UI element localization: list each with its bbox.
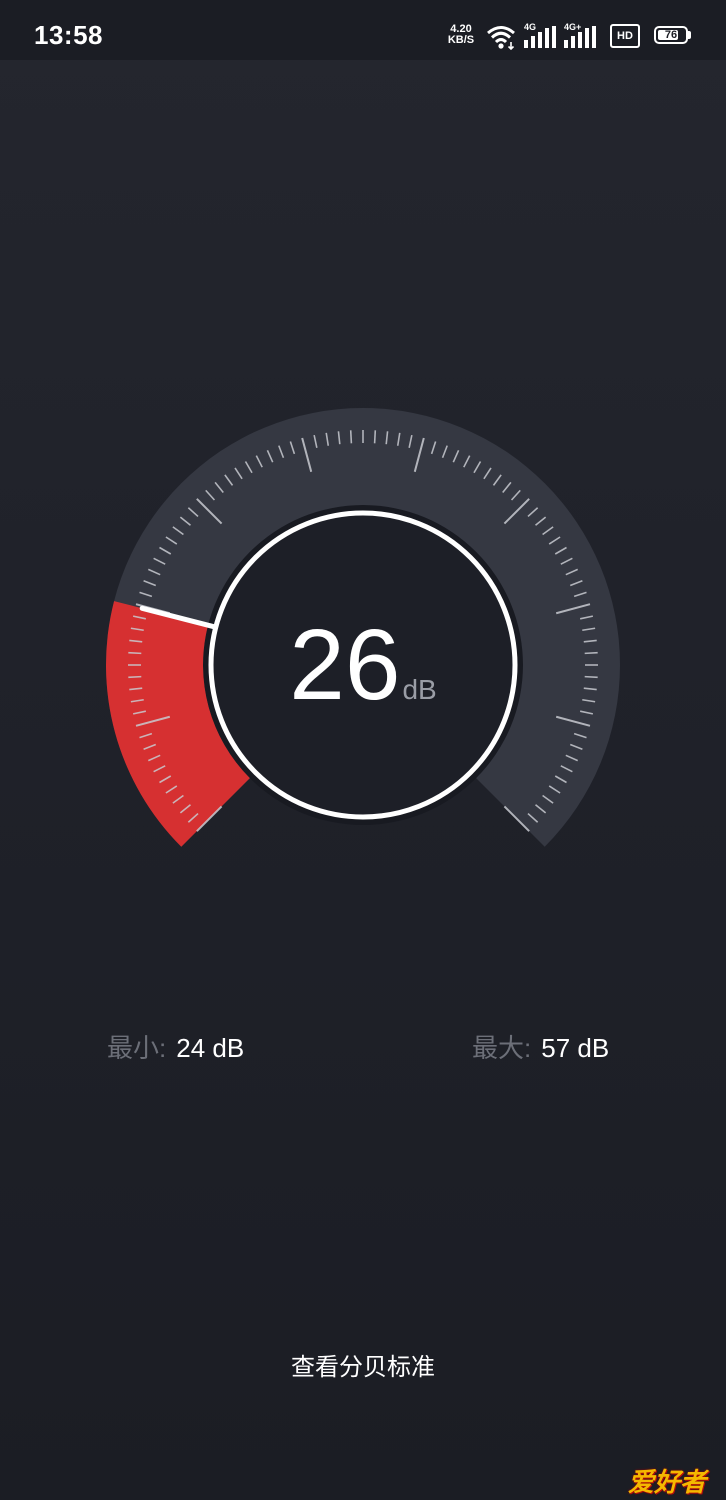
- signal-icon: [524, 26, 556, 48]
- battery-level: 76: [664, 29, 678, 41]
- wifi-icon: [487, 26, 515, 50]
- view-decibel-standard-button[interactable]: 查看分贝标准: [213, 1350, 513, 1386]
- current-db-value: 26: [289, 609, 401, 721]
- min-stat: 最小: 24 dB: [107, 1030, 244, 1066]
- sim2-signal: 4G+: [562, 22, 598, 50]
- watermark-logo: 爱好者: [584, 1460, 714, 1497]
- current-db-unit: dB: [402, 674, 437, 705]
- watermark-text: 爱好者: [627, 1467, 706, 1497]
- hd-icon: HD: [610, 24, 640, 48]
- status-time: 13:58: [34, 20, 103, 50]
- gauge-tick: [128, 651, 142, 655]
- battery-icon: 76: [654, 26, 692, 46]
- decibel-meter-screen: 13:58 4.20 KB/S 4G 4G+ HD 76 26dB 最小: 24…: [0, 0, 726, 1500]
- network-speed: 4.20 KB/S: [444, 24, 478, 46]
- gauge-tick: [584, 675, 598, 679]
- sim1-signal: 4G: [522, 22, 556, 50]
- max-label: 最大:: [472, 1033, 532, 1063]
- max-value: 57 dB: [541, 1033, 610, 1063]
- signal-icon: [564, 26, 596, 48]
- battery-body: 76: [654, 26, 688, 44]
- status-bar: 13:58 4.20 KB/S 4G 4G+ HD 76: [0, 0, 726, 60]
- current-reading: 26dB: [213, 610, 513, 720]
- min-value: 24 dB: [176, 1033, 245, 1063]
- gauge-tick: [584, 651, 598, 655]
- gauge-tick: [373, 430, 377, 444]
- min-label: 最小:: [107, 1033, 167, 1063]
- gauge-tick: [128, 675, 142, 679]
- hd-label: HD: [617, 30, 633, 42]
- battery-tip: [688, 31, 691, 39]
- network-speed-unit: KB/S: [447, 34, 475, 46]
- gauge-tick: [349, 430, 353, 444]
- max-stat: 最大: 57 dB: [472, 1030, 609, 1066]
